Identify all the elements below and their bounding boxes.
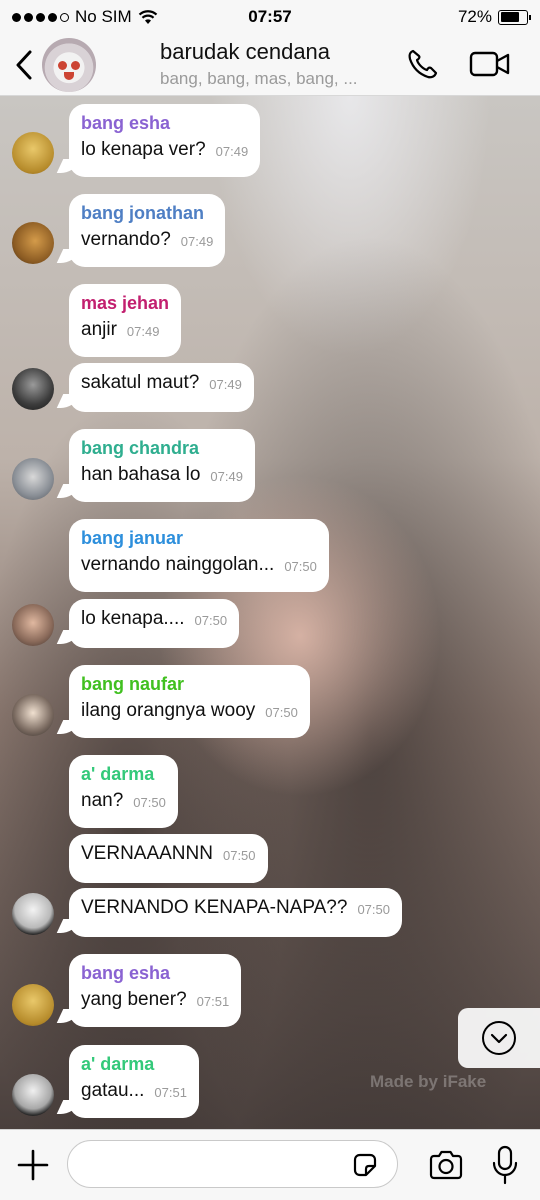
sender-name: bang esha [81,113,171,133]
message-text: nan? [81,790,124,811]
message-text: gatau... [81,1080,145,1101]
message-time: 07:50 [265,705,298,720]
chat-area[interactable]: bang esha lo kenapa ver? 07:49 bang jonat… [0,96,540,1129]
message-text: vernando nainggolan... [81,554,275,575]
video-camera-icon [469,51,510,77]
camera-icon [429,1150,463,1180]
message-input-bar [0,1129,540,1200]
chat-header: barudak cendana bang, bang, mas, bang, .… [0,34,540,96]
message-bubble[interactable]: VERNAAANNN 07:50 [69,834,268,883]
message-time: 07:50 [222,848,256,863]
message-time: 07:50 [194,613,228,628]
message-bubble[interactable]: a' darma nan? 07:50 [69,755,178,828]
message-text: VERNANDO KENAPA-NAPA?? [81,897,348,918]
sender-name: bang jonathan [81,203,204,223]
message-text: ilang orangnya wooy [81,700,256,721]
attach-button[interactable] [14,1146,52,1184]
chat-info[interactable]: barudak cendana bang, bang, mas, bang, .… [160,39,400,89]
sticker-button[interactable] [348,1149,382,1181]
microphone-icon [492,1145,518,1185]
video-call-button[interactable] [468,44,512,84]
message-text: lo kenapa.... [81,608,185,629]
battery-percent: 72% [457,7,492,26]
message-bubble[interactable]: bang chandra han bahasa lo 07:49 [69,429,255,502]
phone-icon [408,49,438,79]
sender-avatar[interactable] [12,1074,54,1116]
message-bubble[interactable]: VERNANDO KENAPA-NAPA?? 07:50 [69,888,402,937]
sender-name: a' darma [81,1054,155,1074]
back-button[interactable] [0,34,48,96]
message-time: 07:49 [126,324,160,339]
wifi-icon [138,10,157,24]
message-bubble[interactable]: bang esha lo kenapa ver? 07:49 [69,104,261,177]
message-bubble[interactable]: bang naufar ilang orangnya wooy 07:50 [69,665,310,738]
sender-avatar[interactable] [12,604,54,646]
scroll-to-bottom-button[interactable] [458,1008,540,1068]
status-bar: No SIM 07:57 72% [0,0,540,34]
chat-title: barudak cendana [160,39,331,64]
sender-avatar[interactable] [12,368,54,410]
message-text: yang bener? [81,989,187,1010]
message-text: sakatul maut? [81,372,200,393]
message-text: lo kenapa ver? [81,139,206,160]
status-time: 07:57 [248,7,292,26]
camera-button[interactable] [425,1146,467,1184]
sender-avatar[interactable] [12,222,54,264]
battery-level-fill [500,12,519,22]
sender-name: bang januar [81,528,184,548]
message-time: 07:51 [196,994,230,1009]
sender-avatar[interactable] [12,694,54,736]
message-bubble[interactable]: mas jehan anjir 07:49 [69,284,182,357]
carrier-label: No SIM [75,7,132,26]
message-text: VERNAAANNN [81,843,213,864]
plus-icon [17,1149,49,1181]
message-time: 07:49 [215,144,249,159]
signal-strength-icon [12,12,69,22]
message-bubble[interactable]: bang jonathan vernando? 07:49 [69,194,226,267]
message-text: anjir [81,319,117,340]
sender-name: a' darma [81,764,155,784]
watermark: Made by iFake [370,1072,487,1091]
chat-members-subtitle: bang, bang, mas, bang, ... [160,69,358,88]
message-time: 07:49 [180,234,214,249]
sticker-icon [353,1153,377,1177]
message-time: 07:49 [210,469,243,484]
sender-name: bang naufar [81,674,185,694]
message-bubble[interactable]: bang januar vernando nainggolan... 07:50 [69,519,329,592]
message-time: 07:50 [133,795,166,810]
message-bubble[interactable]: lo kenapa.... 07:50 [69,599,240,648]
call-button[interactable] [400,44,444,84]
group-avatar[interactable] [42,38,96,92]
message-text: vernando? [81,229,171,250]
message-time: 07:51 [154,1085,187,1100]
sender-avatar[interactable] [12,132,54,174]
message-time: 07:50 [357,902,390,917]
sender-name: mas jehan [81,293,170,313]
message-time: 07:49 [209,377,242,392]
sender-avatar[interactable] [12,893,54,935]
sender-avatar[interactable] [12,458,54,500]
chevron-left-icon [16,50,32,79]
sender-avatar[interactable] [12,984,54,1026]
message-text: han bahasa lo [81,464,201,485]
message-time: 07:50 [284,559,317,574]
message-bubble[interactable]: a' darma gatau... 07:51 [69,1045,199,1118]
sender-name: bang esha [81,963,171,983]
status-left: No SIM [12,7,212,27]
battery-icon [498,9,531,25]
microphone-button[interactable] [488,1142,522,1188]
message-bubble[interactable]: bang esha yang bener? 07:51 [69,954,242,1027]
message-bubble[interactable]: sakatul maut? 07:49 [69,363,254,412]
sender-name: bang chandra [81,438,200,458]
status-right: 72% [328,7,531,27]
chevron-down-icon [482,1021,516,1055]
